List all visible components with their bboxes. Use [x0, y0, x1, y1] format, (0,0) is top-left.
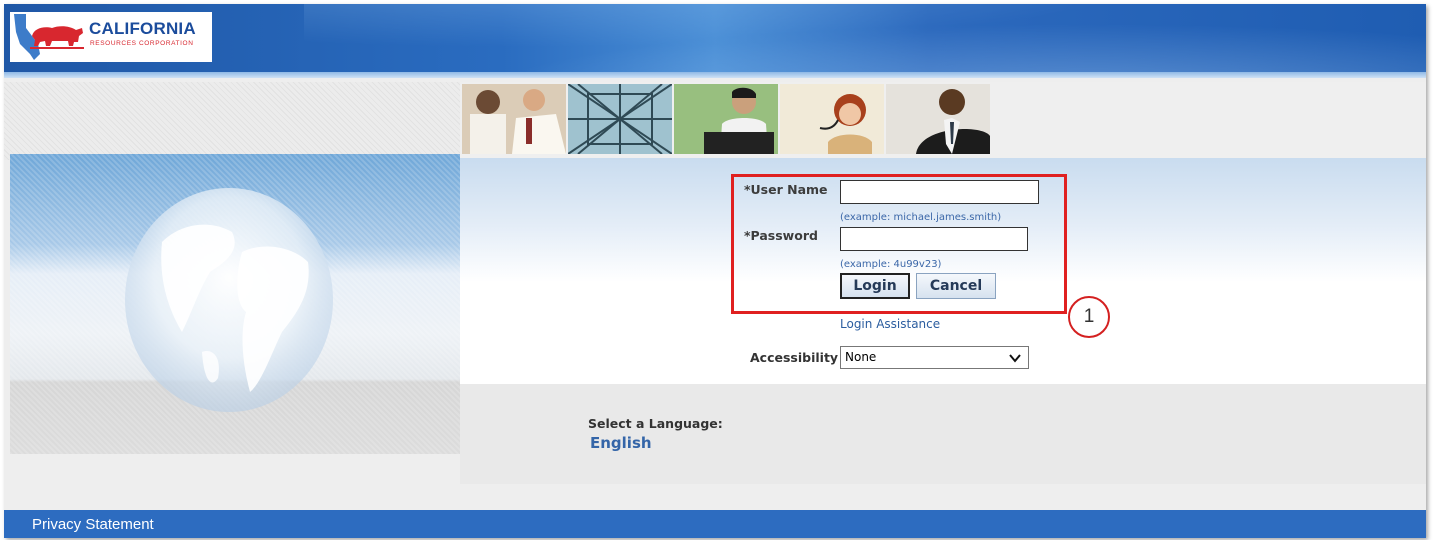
page-footer: Privacy Statement — [4, 510, 1426, 538]
photo-support-agent-image — [780, 84, 884, 154]
photo-meeting-image — [462, 84, 566, 154]
accessibility-select[interactable]: None — [840, 346, 1029, 369]
language-english-link[interactable]: English — [590, 434, 652, 452]
bear-icon — [30, 26, 84, 49]
logo-name: CALIFORNIA — [89, 19, 196, 38]
lower-left-panel — [10, 454, 460, 486]
page-header: CALIFORNIA RESOURCES CORPORATION — [4, 4, 1426, 78]
accessibility-selected-value: None — [845, 350, 877, 364]
application-window: CALIFORNIA RESOURCES CORPORATION *User N… — [4, 4, 1426, 538]
step-callout-badge: 1 — [1068, 296, 1110, 338]
logo-subtitle: RESOURCES CORPORATION — [90, 40, 194, 47]
photo-power-tower-image — [568, 84, 672, 154]
company-logo: CALIFORNIA RESOURCES CORPORATION — [10, 12, 212, 62]
header-decoration — [304, 4, 1426, 78]
photo-computer-worker-image — [674, 84, 778, 154]
globe-graphic-panel — [10, 154, 460, 454]
language-prompt: Select a Language: — [588, 416, 723, 431]
login-assistance-link[interactable]: Login Assistance — [840, 317, 940, 331]
photo-strip — [462, 84, 994, 154]
globe-icon — [125, 188, 333, 412]
accessibility-label: Accessibility — [750, 350, 839, 365]
privacy-statement-link[interactable]: Privacy Statement — [32, 516, 154, 533]
photo-businessman-image — [886, 84, 990, 154]
login-highlight-box — [731, 174, 1067, 314]
chevron-down-icon — [1009, 354, 1021, 363]
